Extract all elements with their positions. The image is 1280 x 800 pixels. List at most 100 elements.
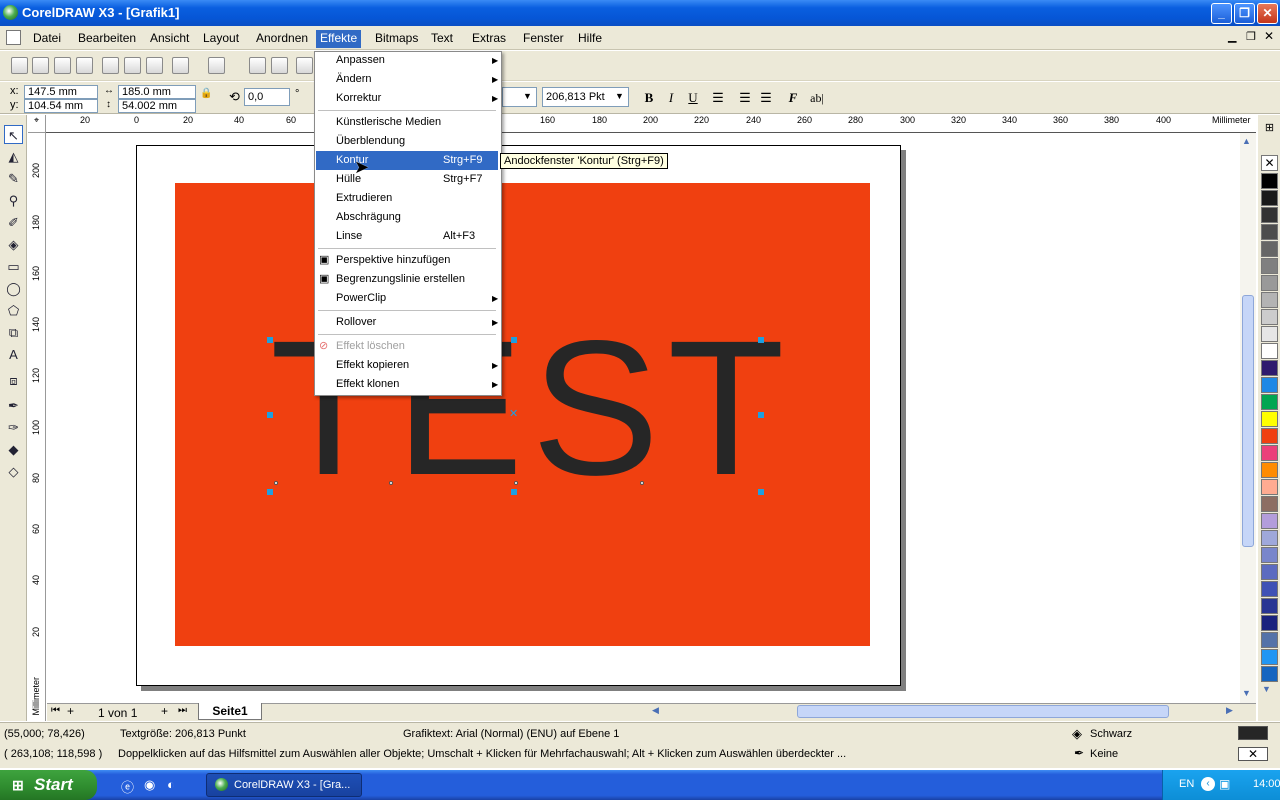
polygon-tool-icon[interactable]: ⬠	[4, 301, 23, 320]
knife-tool-icon[interactable]: ✎	[4, 169, 23, 188]
color-swatch[interactable]	[1261, 241, 1278, 257]
outline-tool-icon[interactable]: ✑	[4, 418, 23, 437]
color-swatch[interactable]	[1261, 360, 1278, 376]
color-swatch[interactable]	[1261, 207, 1278, 223]
freehand-tool-icon[interactable]: ✐	[4, 213, 23, 232]
color-swatch[interactable]	[1261, 445, 1278, 461]
menu-item-korrektur[interactable]: Korrektur▶	[316, 89, 498, 108]
edit-text-button[interactable]: ab|	[806, 89, 828, 107]
color-swatch[interactable]	[1261, 428, 1278, 444]
shape-tool-icon[interactable]: ◭	[4, 147, 23, 166]
menu-bitmaps[interactable]: Bitmaps	[371, 30, 422, 48]
pick-tool-icon[interactable]: ↖	[4, 125, 23, 144]
menu-item-effekt-klonen[interactable]: Effekt klonen▶	[316, 375, 498, 394]
horizontal-ruler[interactable]: 20 0 20 40 60 160 180 200 220 240 260 28…	[28, 115, 1256, 133]
scroll-left-icon[interactable]: ◀	[652, 705, 659, 716]
menu-item-effekt-kopieren[interactable]: Effekt kopieren▶	[316, 356, 498, 375]
menu-datei[interactable]: Datei	[29, 30, 65, 48]
vertical-scroll-thumb[interactable]	[1242, 295, 1254, 547]
first-page-icon[interactable]: ⏮	[51, 705, 60, 716]
menu-item-hülle[interactable]: HülleStrg+F7	[316, 170, 498, 189]
fill-tool-icon[interactable]: ◆	[4, 440, 23, 459]
open-icon[interactable]	[32, 57, 49, 74]
undo-icon[interactable]	[172, 57, 189, 74]
menu-item-rollover[interactable]: Rollover▶	[316, 313, 498, 332]
text-tool-icon[interactable]: A	[4, 345, 23, 364]
color-swatch[interactable]	[1261, 547, 1278, 563]
align-icon[interactable]: ☰	[709, 89, 727, 107]
menu-item-begrenzungslinie-erstellen[interactable]: Begrenzungslinie erstellen▣	[316, 270, 498, 289]
color-swatch[interactable]	[1261, 224, 1278, 240]
font-size-chevron-icon[interactable]: ▼	[615, 91, 624, 101]
selection-handle[interactable]	[511, 337, 517, 343]
menu-anordnen[interactable]: Anordnen	[252, 30, 312, 48]
menu-item-perspektive-hinzufügen[interactable]: Perspektive hinzufügen▣	[316, 251, 498, 270]
document-icon[interactable]	[6, 30, 21, 45]
x-position-field[interactable]: 147.5 mm	[24, 85, 98, 99]
horizontal-scroll-thumb[interactable]	[797, 705, 1169, 718]
palette-menu-icon[interactable]: ⊞	[1261, 121, 1278, 135]
add-page-after-icon[interactable]: +	[161, 704, 168, 718]
vertical-ruler[interactable]: 200 180 160 140 120 100 80 60 40 20 Mill…	[28, 133, 46, 721]
menu-item-überblendung[interactable]: Überblendung	[316, 132, 498, 151]
interactive-blend-icon[interactable]: ⧈	[4, 371, 23, 390]
rectangle-tool-icon[interactable]: ▭	[4, 257, 23, 276]
color-swatch[interactable]	[1261, 377, 1278, 393]
lock-ratio-icon[interactable]: 🔒	[200, 88, 212, 99]
rotation-field[interactable]: 0,0	[244, 88, 290, 106]
menu-item-künstlerische-medien[interactable]: Künstlerische Medien	[316, 113, 498, 132]
doc-minimize-icon[interactable]: ▁	[1228, 30, 1236, 43]
selection-handle[interactable]	[511, 489, 517, 495]
menu-extras[interactable]: Extras	[468, 30, 510, 48]
last-page-icon[interactable]: ⏭	[178, 705, 187, 716]
bullet-list-icon[interactable]: ☰	[736, 89, 754, 107]
menu-fenster[interactable]: Fenster	[519, 30, 568, 48]
color-swatch[interactable]	[1261, 513, 1278, 529]
selection-handle[interactable]	[267, 489, 273, 495]
height-field[interactable]: 54.002 mm	[118, 99, 196, 113]
selection-handle[interactable]	[758, 337, 764, 343]
selection-handle[interactable]	[758, 412, 764, 418]
fill-color-swatch[interactable]	[1238, 726, 1268, 740]
minimize-button[interactable]: _	[1211, 3, 1232, 24]
new-document-icon[interactable]	[11, 57, 28, 74]
ruler-origin[interactable]: ⌖	[28, 115, 46, 133]
language-indicator[interactable]: EN	[1179, 778, 1194, 790]
font-name-dropdown[interactable]: ▼	[502, 87, 537, 107]
eyedropper-icon[interactable]: ✒	[4, 396, 23, 415]
width-field[interactable]: 185.0 mm	[118, 85, 196, 99]
application-launcher-icon[interactable]	[296, 57, 313, 74]
no-color-swatch[interactable]: ✕	[1261, 155, 1278, 171]
paste-icon[interactable]	[146, 57, 163, 74]
basic-shapes-icon[interactable]: ⧉	[4, 323, 23, 342]
format-text-button[interactable]: F	[784, 89, 802, 107]
text-node[interactable]	[640, 481, 644, 485]
menu-bearbeiten[interactable]: Bearbeiten	[74, 30, 140, 48]
y-position-field[interactable]: 104.54 mm	[24, 99, 98, 113]
scroll-down-icon[interactable]: ▼	[1242, 688, 1251, 698]
print-icon[interactable]	[76, 57, 93, 74]
selection-handle[interactable]	[267, 412, 273, 418]
redo-icon[interactable]	[208, 57, 225, 74]
color-swatch[interactable]	[1261, 479, 1278, 495]
text-node[interactable]	[514, 481, 518, 485]
doc-restore-icon[interactable]: ❐	[1246, 30, 1256, 43]
restore-button[interactable]: ❐	[1234, 3, 1255, 24]
menu-item-kontur[interactable]: KonturStrg+F9	[316, 151, 498, 170]
no-outline-swatch[interactable]: ✕	[1238, 747, 1268, 761]
color-swatch[interactable]	[1261, 292, 1278, 308]
tray-app-icon[interactable]: ▣	[1219, 777, 1230, 791]
menu-item-abschrägung[interactable]: Abschrägung	[316, 208, 498, 227]
color-swatch[interactable]	[1261, 309, 1278, 325]
menu-item-powerclip[interactable]: PowerClip▶	[316, 289, 498, 308]
menu-item-anpassen[interactable]: Anpassen▶	[316, 51, 498, 70]
close-button[interactable]: ✕	[1257, 3, 1278, 24]
page-tab-seite1[interactable]: Seite1	[198, 703, 262, 720]
scroll-up-icon[interactable]: ▲	[1242, 136, 1251, 146]
color-swatch[interactable]	[1261, 258, 1278, 274]
drop-cap-icon[interactable]: ☰	[757, 89, 775, 107]
menu-effekte[interactable]: Effekte	[316, 30, 361, 48]
color-swatch[interactable]	[1261, 411, 1278, 427]
color-swatch[interactable]	[1261, 530, 1278, 546]
selection-handle[interactable]	[267, 337, 273, 343]
